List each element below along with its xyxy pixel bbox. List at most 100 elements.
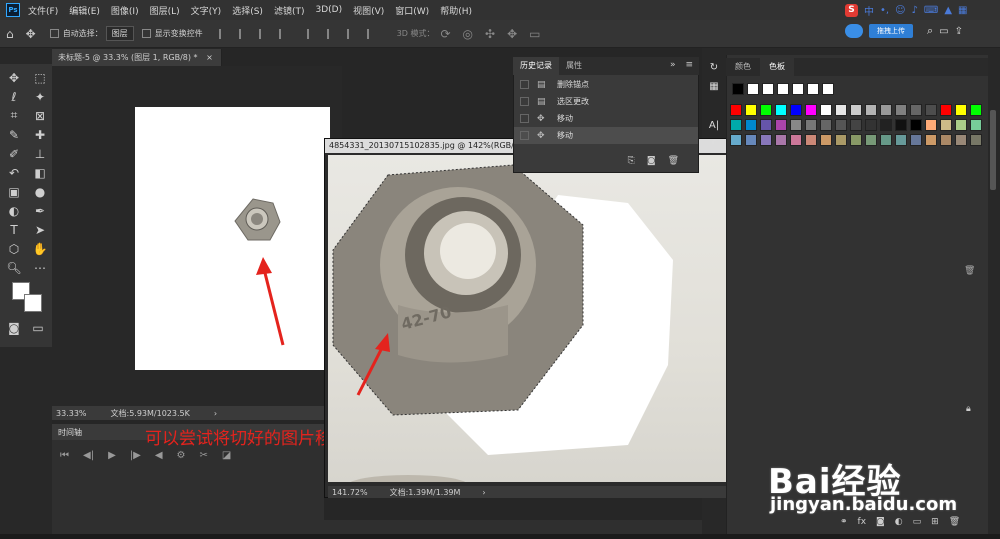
align-top-icon[interactable] bbox=[278, 28, 291, 39]
menu-file[interactable]: 文件(F) bbox=[28, 4, 58, 17]
history-brush-icon[interactable]: ↶ bbox=[4, 163, 24, 182]
swatch-trash-icon[interactable]: 🗑︎ bbox=[964, 266, 975, 276]
color-swatch[interactable] bbox=[940, 104, 952, 116]
color-swatch[interactable] bbox=[955, 119, 967, 131]
magic-wand-icon[interactable]: ✦ bbox=[30, 87, 50, 106]
color-swatch[interactable] bbox=[745, 134, 757, 146]
color-swatch[interactable] bbox=[762, 83, 774, 95]
color-swatch[interactable] bbox=[835, 134, 847, 146]
new-layer-icon[interactable]: ⊞ bbox=[931, 517, 939, 527]
color-swatch[interactable] bbox=[895, 119, 907, 131]
color-swatch[interactable] bbox=[970, 104, 982, 116]
color-swatch[interactable] bbox=[820, 134, 832, 146]
history-row-selected[interactable]: ✥ 移动 bbox=[514, 127, 698, 144]
menu-window[interactable]: 窗口(W) bbox=[395, 4, 429, 17]
lock-icon[interactable]: 🔒︎ bbox=[966, 404, 971, 414]
floating-zoom-level[interactable]: 141.72% bbox=[332, 488, 368, 497]
type-tool-icon[interactable]: T bbox=[4, 220, 24, 239]
play-icon[interactable]: ▶ bbox=[108, 450, 116, 461]
healing-brush-icon[interactable]: ✚ bbox=[30, 125, 50, 144]
crop-tool-icon[interactable]: ⌗ bbox=[4, 106, 24, 125]
sogou-logo-icon[interactable]: S bbox=[845, 3, 858, 17]
prev-frame-icon[interactable]: ◀| bbox=[83, 450, 94, 461]
path-select-icon[interactable]: ➤ bbox=[30, 220, 50, 239]
trash-icon[interactable]: 🗑︎ bbox=[668, 156, 679, 166]
menu-type[interactable]: 文字(Y) bbox=[191, 4, 222, 17]
history-panel-icon[interactable]: ↻ bbox=[710, 62, 718, 73]
color-swatch[interactable] bbox=[880, 104, 892, 116]
link-icon[interactable]: ⚭ bbox=[840, 517, 848, 527]
color-swatch[interactable] bbox=[970, 119, 982, 131]
fx-icon[interactable]: fx bbox=[858, 517, 867, 527]
next-frame-icon[interactable]: |▶ bbox=[130, 450, 141, 461]
keyboard-icon[interactable]: ⌨ bbox=[924, 5, 938, 16]
mask-icon[interactable]: ◙ bbox=[876, 517, 885, 527]
screen-mode-icon[interactable]: ▭ bbox=[28, 318, 48, 337]
tab-properties[interactable]: 属性 bbox=[559, 57, 589, 75]
shirt-icon[interactable]: ▲ bbox=[944, 5, 952, 16]
marquee-tool-icon[interactable]: ⬚ bbox=[30, 68, 50, 87]
color-swatch[interactable] bbox=[805, 134, 817, 146]
color-swatch[interactable] bbox=[850, 119, 862, 131]
color-swatch[interactable] bbox=[745, 119, 757, 131]
background-color-swatch[interactable] bbox=[24, 294, 42, 312]
character-panel-icon[interactable]: A| bbox=[709, 120, 719, 131]
tab-history[interactable]: 历史记录 bbox=[513, 57, 559, 75]
color-swatch[interactable] bbox=[955, 134, 967, 146]
menu-help[interactable]: 帮助(H) bbox=[440, 4, 472, 17]
history-row[interactable]: ✥ 移动 bbox=[514, 110, 698, 127]
color-swatch[interactable] bbox=[925, 104, 937, 116]
audio-icon[interactable]: ◀ bbox=[155, 450, 163, 461]
distribute-icon[interactable] bbox=[346, 28, 359, 39]
color-swatch[interactable] bbox=[745, 104, 757, 116]
color-swatch[interactable] bbox=[940, 119, 952, 131]
home-icon[interactable]: ⌂ bbox=[6, 27, 14, 41]
show-transform-checkbox[interactable] bbox=[141, 29, 151, 38]
eyedropper-icon[interactable]: ✎ bbox=[4, 125, 24, 144]
menu-select[interactable]: 选择(S) bbox=[232, 4, 263, 17]
align-center-icon[interactable] bbox=[238, 28, 251, 39]
collapse-icon[interactable]: » bbox=[666, 57, 680, 75]
align-left-icon[interactable] bbox=[218, 28, 231, 39]
color-swatch[interactable] bbox=[925, 134, 937, 146]
color-swatch[interactable] bbox=[730, 119, 742, 131]
delete-layer-icon[interactable]: 🗑︎ bbox=[949, 517, 960, 527]
color-swatch[interactable] bbox=[865, 119, 877, 131]
color-swatch[interactable] bbox=[865, 104, 877, 116]
panel-menu-icon[interactable]: ≡ bbox=[679, 57, 699, 75]
color-swatch[interactable] bbox=[970, 134, 982, 146]
color-swatch[interactable] bbox=[925, 119, 937, 131]
document-tab[interactable]: 未标题-5 @ 33.3% (图层 1, RGB/8) * × bbox=[52, 49, 222, 66]
move-tool-icon[interactable]: ✥ bbox=[26, 27, 36, 41]
color-swatch[interactable] bbox=[805, 104, 817, 116]
color-swatch[interactable] bbox=[760, 119, 772, 131]
color-swatch[interactable] bbox=[850, 134, 862, 146]
auto-select-checkbox[interactable] bbox=[49, 29, 59, 38]
hand-tool-icon[interactable]: ✋ bbox=[30, 239, 50, 258]
transition-icon[interactable]: ◪ bbox=[222, 450, 231, 461]
3d-rotate-icon[interactable]: ⟳ bbox=[440, 27, 450, 41]
color-swatch[interactable] bbox=[820, 104, 832, 116]
quick-mask-icon[interactable]: ◙ bbox=[4, 318, 24, 337]
eraser-tool-icon[interactable]: ◧ bbox=[30, 163, 50, 182]
color-swatch[interactable] bbox=[910, 134, 922, 146]
status-expand-icon[interactable]: › bbox=[214, 409, 217, 418]
first-frame-icon[interactable]: ⏮ bbox=[60, 450, 69, 461]
stamp-tool-icon[interactable]: ⊥ bbox=[30, 144, 50, 163]
color-swatch[interactable] bbox=[730, 134, 742, 146]
color-swatch[interactable] bbox=[790, 119, 802, 131]
document-canvas[interactable] bbox=[135, 107, 330, 370]
search-icon[interactable]: ⌕ bbox=[927, 24, 933, 38]
workspace-icon[interactable]: ▭ bbox=[939, 26, 948, 37]
color-swatch[interactable] bbox=[865, 134, 877, 146]
color-swatch[interactable] bbox=[822, 83, 834, 95]
new-document-from-state-icon[interactable]: ⎘ bbox=[628, 156, 635, 166]
frame-tool-icon[interactable]: ⊠ bbox=[30, 106, 50, 125]
panel-scrollbar[interactable] bbox=[990, 110, 996, 190]
3d-roll-icon[interactable]: ◎ bbox=[463, 27, 473, 41]
menu-edit[interactable]: 编辑(E) bbox=[69, 4, 100, 17]
align-bottom-icon[interactable] bbox=[326, 28, 339, 39]
lasso-tool-icon[interactable]: ℓ bbox=[4, 87, 24, 106]
history-checkbox[interactable] bbox=[520, 131, 529, 140]
settings-icon[interactable]: ⚙ bbox=[177, 450, 186, 461]
